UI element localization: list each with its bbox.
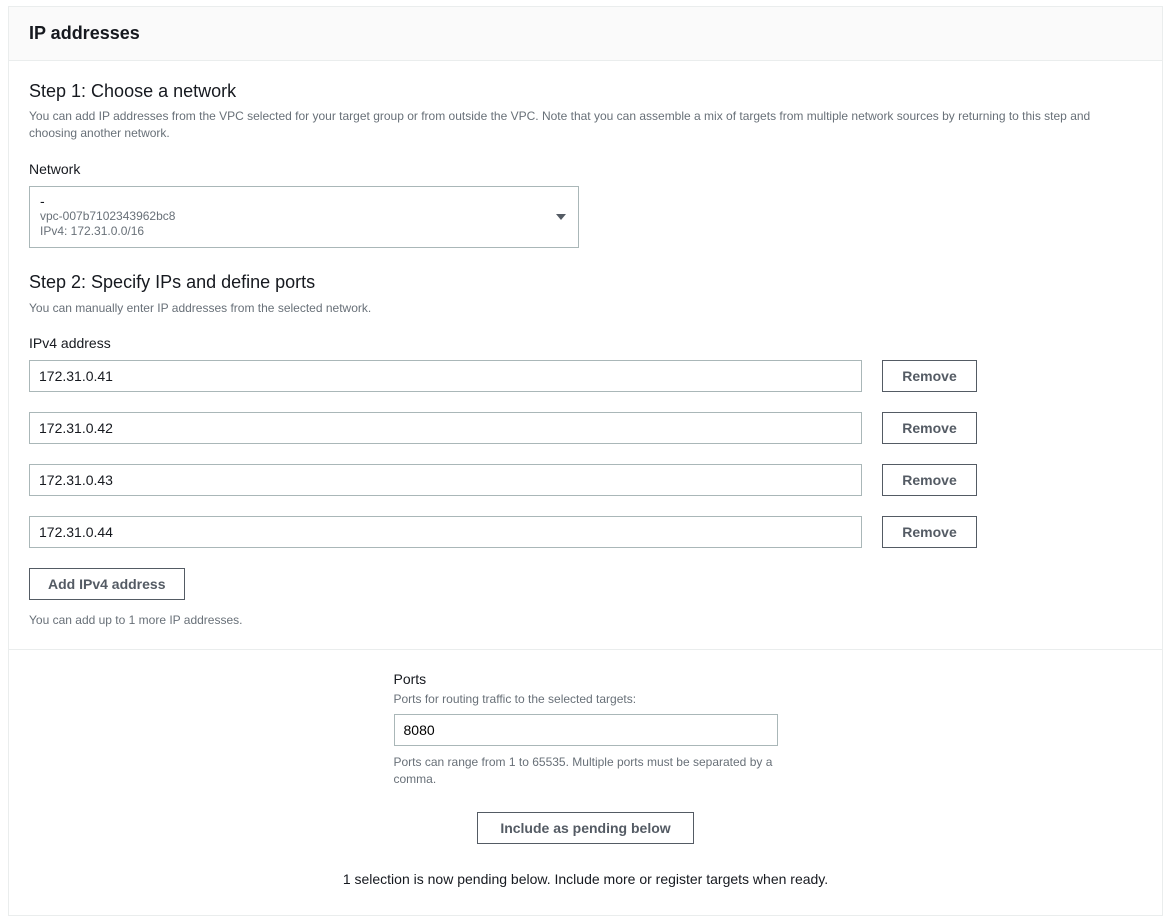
ports-sublabel: Ports for routing traffic to the selecte… xyxy=(394,691,778,708)
remove-button[interactable]: Remove xyxy=(882,412,977,444)
network-cidr: IPv4: 172.31.0.0/16 xyxy=(40,224,568,239)
network-vpc-id: vpc-007b7102343962bc8 xyxy=(40,209,568,224)
panel-body: Step 1: Choose a network You can add IP … xyxy=(9,61,1162,649)
include-as-pending-button[interactable]: Include as pending below xyxy=(477,812,693,844)
pending-status-text: 1 selection is now pending below. Includ… xyxy=(343,870,828,890)
add-ip-hint: You can add up to 1 more IP addresses. xyxy=(29,612,1142,629)
ip-input-2[interactable] xyxy=(29,412,862,444)
ports-section: Ports Ports for routing traffic to the s… xyxy=(9,650,1162,916)
step1-title: Step 1: Choose a network xyxy=(29,79,1142,104)
step2-title: Step 2: Specify IPs and define ports xyxy=(29,270,1142,295)
remove-button[interactable]: Remove xyxy=(882,464,977,496)
remove-button[interactable]: Remove xyxy=(882,516,977,548)
chevron-down-icon xyxy=(556,214,566,220)
ports-block: Ports Ports for routing traffic to the s… xyxy=(394,670,778,788)
network-label: Network xyxy=(29,160,1142,180)
panel-header: IP addresses xyxy=(9,7,1162,61)
add-ipv4-address-button[interactable]: Add IPv4 address xyxy=(29,568,185,600)
network-primary: - xyxy=(40,193,568,210)
ip-row: Remove xyxy=(29,464,1142,496)
step2-section: Step 2: Specify IPs and define ports You… xyxy=(29,270,1142,628)
ports-input[interactable] xyxy=(394,714,778,746)
ip-row: Remove xyxy=(29,360,1142,392)
ipv4-address-label: IPv4 address xyxy=(29,334,1142,354)
step1-description: You can add IP addresses from the VPC se… xyxy=(29,108,1129,142)
include-button-wrap: Include as pending below xyxy=(477,812,693,844)
ip-row: Remove xyxy=(29,412,1142,444)
ip-addresses-panel: IP addresses Step 1: Choose a network Yo… xyxy=(8,6,1163,916)
remove-button[interactable]: Remove xyxy=(882,360,977,392)
page-title: IP addresses xyxy=(29,21,1142,46)
ip-input-4[interactable] xyxy=(29,516,862,548)
ports-hint: Ports can range from 1 to 65535. Multipl… xyxy=(394,754,778,788)
ports-label: Ports xyxy=(394,670,778,690)
ip-row: Remove xyxy=(29,516,1142,548)
step1-section: Step 1: Choose a network You can add IP … xyxy=(29,79,1142,248)
ip-input-3[interactable] xyxy=(29,464,862,496)
ip-input-1[interactable] xyxy=(29,360,862,392)
network-select[interactable]: - vpc-007b7102343962bc8 IPv4: 172.31.0.0… xyxy=(29,186,579,249)
step2-description: You can manually enter IP addresses from… xyxy=(29,300,1129,317)
